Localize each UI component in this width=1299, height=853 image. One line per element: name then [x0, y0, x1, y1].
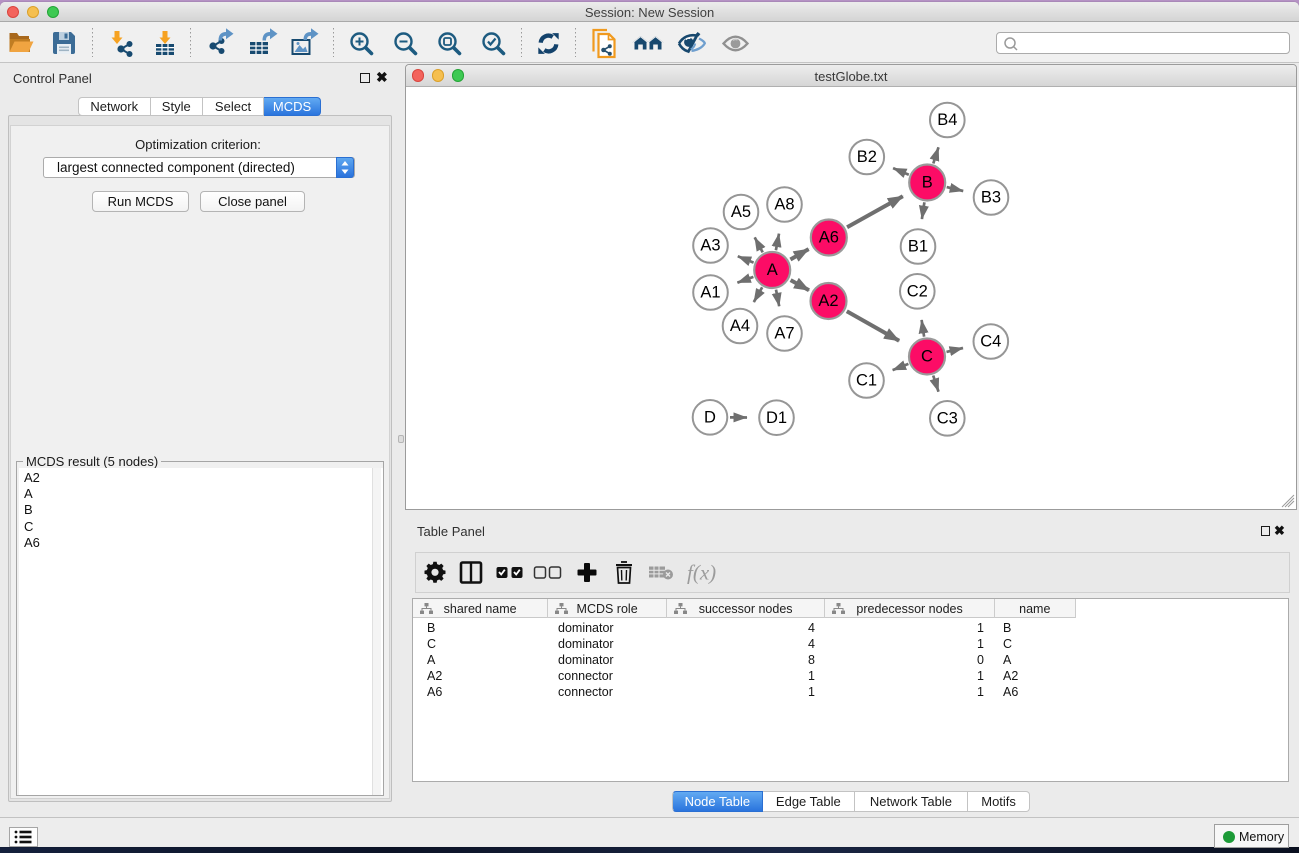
svg-text:D: D — [704, 409, 716, 427]
svg-text:A7: A7 — [774, 325, 794, 343]
svg-text:A: A — [767, 261, 778, 279]
svg-text:D1: D1 — [766, 409, 787, 427]
svg-text:A1: A1 — [700, 284, 720, 302]
svg-text:A3: A3 — [700, 237, 720, 255]
svg-text:C2: C2 — [907, 283, 928, 301]
svg-text:C4: C4 — [980, 333, 1001, 351]
svg-text:C: C — [921, 348, 933, 366]
svg-text:A6: A6 — [819, 229, 839, 247]
svg-text:A4: A4 — [730, 317, 750, 335]
svg-text:B1: B1 — [908, 238, 928, 256]
svg-text:A5: A5 — [731, 203, 751, 221]
svg-text:A2: A2 — [818, 292, 838, 310]
svg-text:C1: C1 — [856, 372, 877, 390]
svg-text:B: B — [922, 174, 933, 192]
svg-text:B2: B2 — [857, 148, 877, 166]
svg-text:A8: A8 — [774, 196, 794, 214]
svg-text:B4: B4 — [937, 111, 957, 129]
svg-text:f(x): f(x) — [687, 561, 716, 585]
svg-text:C3: C3 — [937, 410, 958, 428]
svg-text:B3: B3 — [981, 189, 1001, 207]
